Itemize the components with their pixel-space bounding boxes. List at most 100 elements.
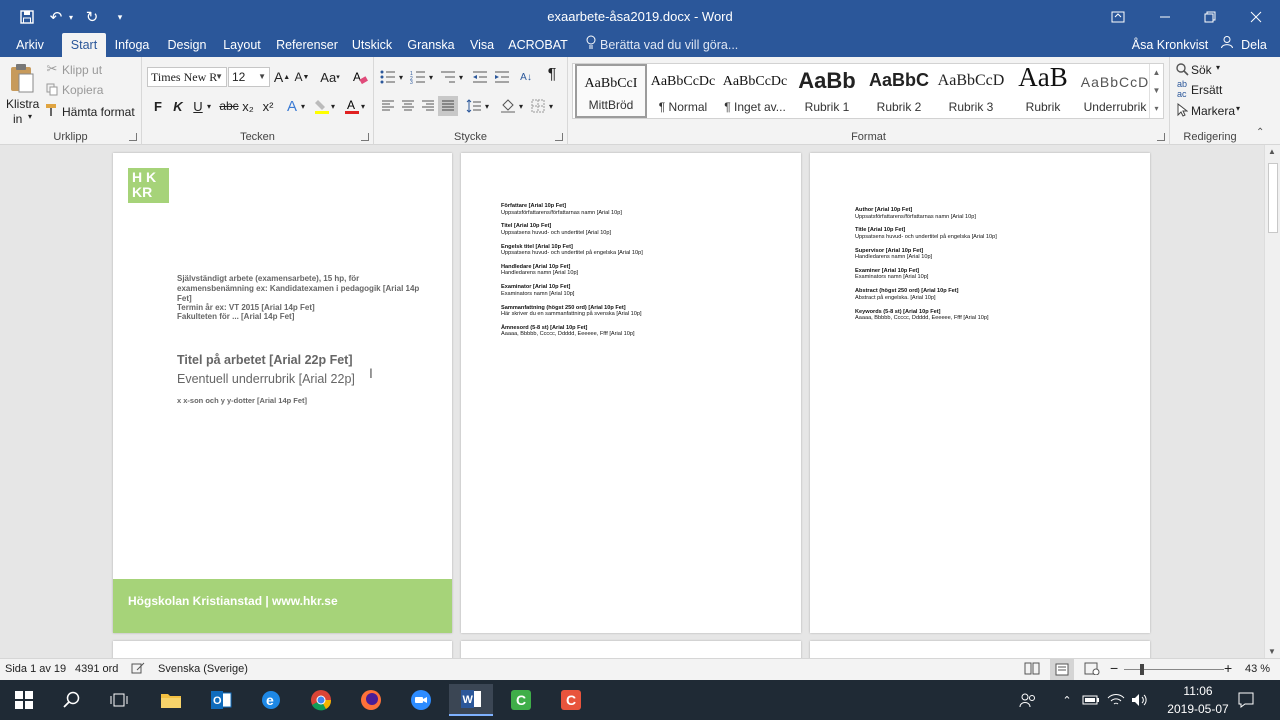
word-count[interactable]: 4391 ord [75, 663, 118, 675]
text-effects-dropdown-icon[interactable]: ▾ [298, 96, 308, 116]
font-size-dropdown-icon[interactable]: ▼ [258, 68, 266, 86]
page-5[interactable] [461, 641, 801, 658]
show-hidden-icons-icon[interactable]: ⌃ [1056, 684, 1078, 716]
italic-button[interactable]: K [168, 96, 188, 116]
clear-formatting-icon[interactable]: A [350, 67, 370, 87]
tab-granska[interactable]: Granska [404, 33, 458, 57]
styles-launcher-icon[interactable] [1157, 133, 1165, 141]
bullets-dropdown-icon[interactable]: ▾ [396, 67, 406, 87]
align-center-icon[interactable] [398, 96, 418, 116]
tab-design[interactable]: Design [164, 33, 210, 57]
font-color-dropdown-icon[interactable]: ▾ [358, 96, 368, 116]
font-launcher-icon[interactable] [361, 133, 369, 141]
scissors-icon[interactable]: ✂ [44, 61, 60, 77]
paragraph-launcher-icon[interactable] [555, 133, 563, 141]
page-2[interactable]: Författare [Arial 10p Fet] Uppsatsförfatt… [461, 153, 801, 633]
redo-icon[interactable]: ↻ [82, 7, 102, 27]
task-view-icon[interactable] [97, 684, 141, 716]
page-count[interactable]: Sida 1 av 19 [5, 663, 66, 675]
select-icon[interactable] [1174, 102, 1190, 118]
tab-referenser[interactable]: Referenser [274, 33, 340, 57]
line-spacing-dropdown-icon[interactable]: ▾ [482, 96, 492, 116]
font-name-combo[interactable]: Times New R ▼ [147, 67, 227, 87]
underline-dropdown-icon[interactable]: ▾ [204, 96, 214, 116]
zoom-in-icon[interactable]: + [1224, 660, 1232, 676]
copy-icon[interactable] [44, 81, 60, 97]
borders-icon[interactable] [528, 96, 548, 116]
copy-button[interactable]: Kopiera [62, 83, 103, 97]
minimize-icon[interactable] [1155, 7, 1175, 27]
multilevel-list-icon[interactable] [438, 67, 458, 87]
gallery-down-icon[interactable]: ▼ [1150, 82, 1163, 100]
language-indicator[interactable]: Svenska (Sverige) [158, 663, 248, 675]
page-4[interactable] [113, 641, 452, 658]
page-3[interactable]: Author [Arial 10p Fet] Uppsatsförfattaren… [810, 153, 1150, 633]
tab-start[interactable]: Start [62, 33, 106, 57]
highlight-dropdown-icon[interactable]: ▾ [328, 96, 338, 116]
style-rubrik-1[interactable]: AaBb Rubrik 1 [791, 64, 863, 118]
ribbon-display-options-icon[interactable] [1108, 7, 1128, 27]
find-dropdown-icon[interactable]: ▾ [1216, 63, 1220, 72]
gallery-more-icon[interactable]: ▾ [1150, 100, 1163, 118]
superscript-button[interactable]: x² [258, 96, 278, 116]
borders-dropdown-icon[interactable]: ▾ [546, 96, 556, 116]
shading-dropdown-icon[interactable]: ▾ [516, 96, 526, 116]
style-rubrik-2[interactable]: AaBbC Rubrik 2 [863, 64, 935, 118]
tab-layout[interactable]: Layout [220, 33, 264, 57]
scroll-down-icon[interactable]: ▼ [1268, 647, 1276, 656]
tab-acrobat[interactable]: ACROBAT [506, 33, 570, 57]
find-button[interactable]: Sök [1191, 63, 1212, 77]
numbering-dropdown-icon[interactable]: ▾ [426, 67, 436, 87]
action-center-icon[interactable] [1228, 684, 1264, 716]
scroll-up-icon[interactable]: ▲ [1268, 147, 1276, 156]
tell-me-input[interactable]: Berätta vad du vill göra... [600, 33, 740, 57]
font-name-dropdown-icon[interactable]: ▼ [215, 68, 223, 86]
camtasia-icon[interactable]: C [499, 684, 543, 716]
format-painter-button[interactable]: Hämta format [62, 105, 135, 119]
tab-infoga[interactable]: Infoga [110, 33, 154, 57]
subscript-button[interactable]: x₂ [238, 96, 258, 116]
word-taskbar-icon[interactable]: W [449, 684, 493, 716]
restore-icon[interactable] [1200, 7, 1220, 27]
tab-arkiv[interactable]: Arkiv [8, 33, 52, 57]
change-case-icon[interactable]: Aa ▾ [316, 67, 344, 87]
select-button[interactable]: Markera [1191, 104, 1235, 118]
tab-visa[interactable]: Visa [466, 33, 498, 57]
page-1[interactable]: H K KR Självständigt arbete (examensarbe… [113, 153, 452, 633]
style-underrubrik[interactable]: AaBbCcD Underrubrik [1079, 64, 1151, 118]
style-no-spacing[interactable]: AaBbCcDc ¶ Inget av... [719, 64, 791, 118]
vertical-scrollbar[interactable]: ▲ ▼ [1264, 145, 1280, 658]
decrease-indent-icon[interactable] [470, 67, 490, 87]
search-icon[interactable] [50, 684, 94, 716]
page-6[interactable] [810, 641, 1150, 658]
gallery-up-icon[interactable]: ▲ [1150, 64, 1163, 82]
paste-dropdown-icon[interactable]: ▾ [28, 112, 32, 121]
bold-button[interactable]: F [148, 96, 168, 116]
align-right-icon[interactable] [418, 96, 438, 116]
share-button[interactable]: Dela [1238, 33, 1270, 57]
replace-icon[interactable]: ab ac [1174, 79, 1190, 99]
zoom-level[interactable]: 43 % [1245, 663, 1270, 675]
volume-icon[interactable] [1128, 684, 1152, 716]
style-rubrik[interactable]: AaB Rubrik [1007, 62, 1079, 118]
shading-icon[interactable] [498, 96, 518, 116]
bullets-icon[interactable] [378, 67, 398, 87]
style-gallery-scroll[interactable]: ▲ ▼ ▾ [1149, 64, 1163, 118]
grow-font-icon[interactable]: A ▲ [272, 67, 292, 87]
replace-button[interactable]: Ersätt [1191, 83, 1222, 97]
sort-icon[interactable]: A↓ [516, 67, 536, 87]
undo-icon[interactable]: ↶ [46, 7, 66, 27]
save-icon[interactable] [17, 7, 37, 27]
clock-time[interactable]: 11:06 [1166, 684, 1230, 698]
style-rubrik-3[interactable]: AaBbCcD Rubrik 3 [935, 64, 1007, 118]
collapse-ribbon-icon[interactable]: ⌃ [1256, 127, 1264, 138]
paste-icon[interactable] [8, 61, 36, 95]
windows-start-icon[interactable] [2, 684, 46, 716]
numbering-icon[interactable]: 123 [408, 67, 428, 87]
clipboard-launcher-icon[interactable] [129, 133, 137, 141]
camtasia-recorder-icon[interactable]: C [549, 684, 593, 716]
increase-indent-icon[interactable] [492, 67, 512, 87]
customize-icon[interactable]: ▾ [110, 7, 130, 27]
align-left-icon[interactable] [378, 96, 398, 116]
proofing-icon[interactable] [131, 662, 145, 678]
